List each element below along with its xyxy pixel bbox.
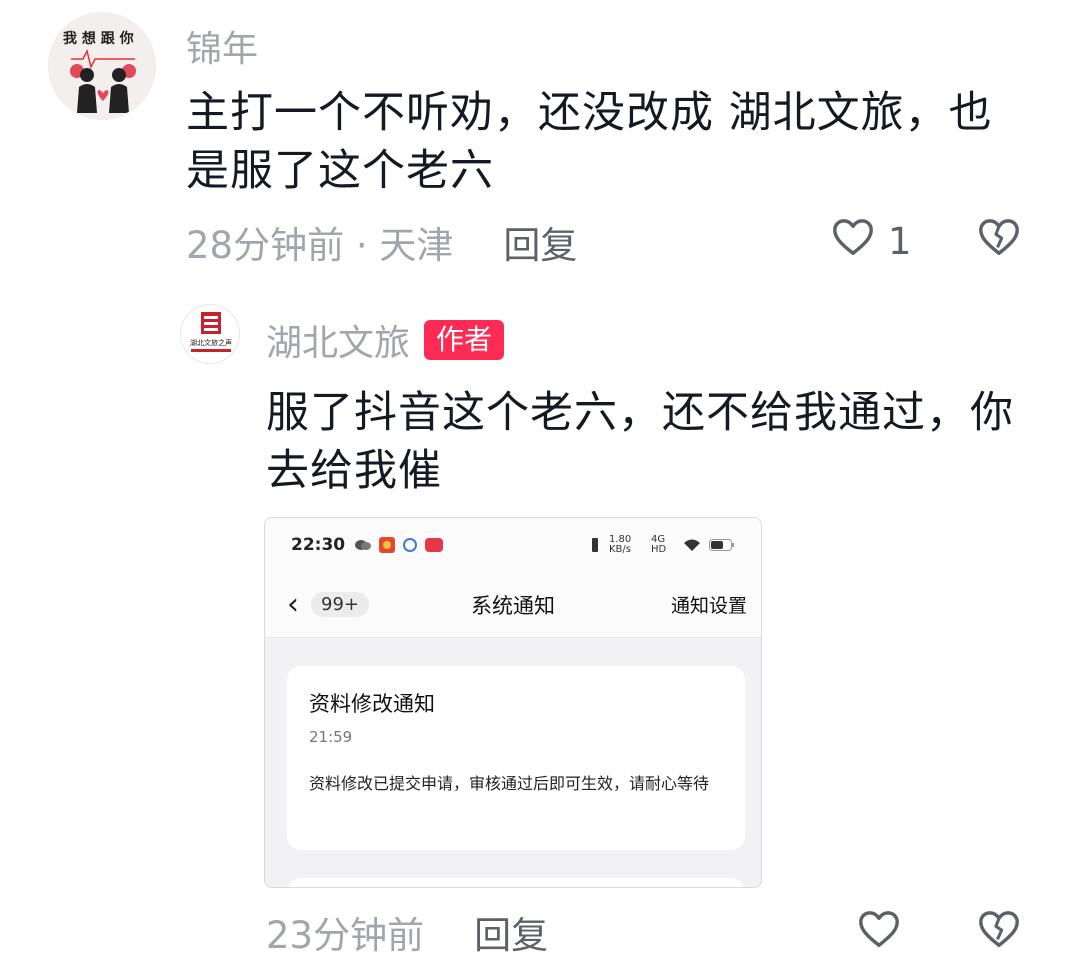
app-icon-red [379, 537, 396, 553]
status-bar: 22:30 1.80 KB/s 4G HD [265, 518, 761, 572]
network-speed: 1.80 KB/s [609, 534, 632, 555]
app-icon-blue [403, 538, 418, 552]
reply-button[interactable]: 回复 [503, 215, 577, 269]
battery-icon [709, 539, 734, 551]
vibrate-icon [592, 538, 598, 552]
like-button[interactable]: 1 [830, 214, 912, 269]
avatar-hubei-wenlv[interactable]: 湖北文旅之声 [180, 304, 240, 364]
reply-meta: 23分钟前 回复 [266, 905, 548, 959]
status-time: 22:30 [291, 535, 346, 555]
status-notification-icons [355, 537, 444, 553]
status-right-icons: 1.80 KB/s 4G HD [589, 535, 735, 555]
wechat-icon [355, 540, 372, 550]
unread-count: 99+ [311, 592, 369, 617]
dislike-button[interactable] [976, 214, 1022, 269]
avatar-jinnian[interactable]: 我 想 跟 你 [48, 12, 156, 120]
svg-text:我 想 跟 你: 我 想 跟 你 [63, 30, 134, 47]
author-badge: 作者 [424, 320, 505, 360]
comment-text: 主打一个不听劝，还没改成 湖北文旅，也是服了这个老六 [186, 88, 993, 196]
commenter-name[interactable]: 锦年 [186, 20, 258, 72]
network-type: 4G HD [651, 534, 667, 555]
reply-time: 23分钟前 [266, 914, 425, 957]
next-card-peek [287, 878, 745, 887]
avatar-couple-image: 我 想 跟 你 [49, 13, 155, 119]
reply-like-button[interactable] [856, 906, 902, 961]
screenshot-nav-bar: ‹ 99+ 系统通知 通知设置 [265, 572, 761, 638]
like-count: 1 [888, 220, 912, 263]
author-name-row: 湖北文旅 作者 [266, 314, 505, 366]
card-time: 21:59 [309, 728, 353, 746]
notification-card: 资料修改通知 21:59 资料修改已提交申请，审核通过后即可生效，请耐心等待 [287, 666, 745, 850]
heart-outline-icon [830, 214, 876, 269]
card-body: 资料修改已提交申请，审核通过后即可生效，请耐心等待 [309, 774, 710, 793]
wifi-icon [684, 539, 700, 551]
notification-settings: 通知设置 [670, 595, 747, 617]
card-title: 资料修改通知 [309, 692, 435, 716]
hubei-logo-image: 湖北文旅之声 [181, 305, 239, 363]
heart-outline-icon [856, 906, 902, 961]
reply-reply-button[interactable]: 回复 [474, 905, 548, 959]
reply-dislike-button[interactable] [976, 906, 1022, 961]
broken-heart-icon [976, 906, 1022, 961]
chevron-left-icon: ‹ [287, 587, 299, 622]
attached-screenshot[interactable]: 22:30 1.80 KB/s 4G HD ‹ 99+ 系统通知 通知设置 资料… [264, 517, 762, 888]
svg-text:湖北文旅之声: 湖北文旅之声 [190, 338, 232, 347]
author-name[interactable]: 湖北文旅 [266, 314, 410, 366]
reply-text: 服了抖音这个老六，还不给我通过，你去给我催 [266, 388, 1014, 496]
comment-time-location: 28分钟前 · 天津 [186, 224, 454, 267]
broken-heart-icon [976, 214, 1022, 269]
comment-meta: 28分钟前 · 天津 回复 [186, 215, 577, 269]
app-icon-badge [425, 538, 444, 552]
